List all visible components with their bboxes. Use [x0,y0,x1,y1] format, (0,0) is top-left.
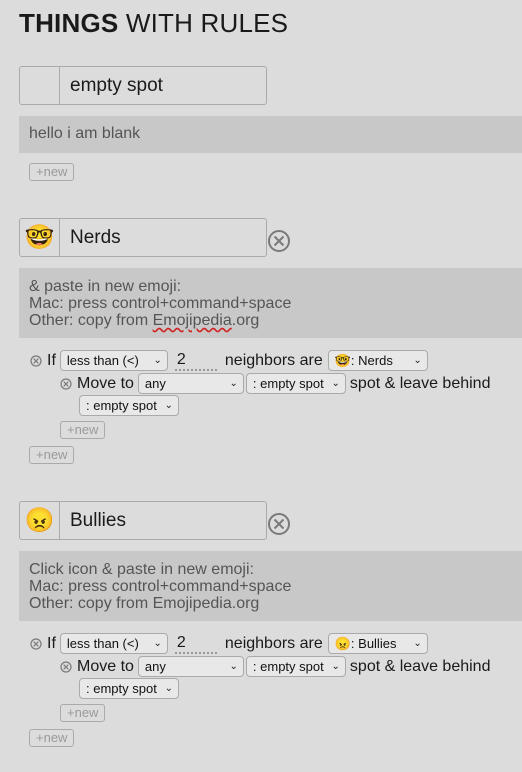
description-line: Other: copy from Emojipedia.org [29,595,260,612]
leave-behind-select[interactable]: : empty spot ⌄ [79,678,179,699]
circle-x-icon[interactable] [267,512,291,536]
neighbor-type-select[interactable]: 🤓: Nerds ⌄ [327,350,428,371]
new-rule-button[interactable]: +new [29,446,75,464]
description-line: hello i am blank [29,125,141,142]
select-value: : empty spot [86,398,157,413]
select-value: : empty spot [252,376,324,391]
description-line: & paste in new emoji: [29,278,182,295]
select-value: less than (<) [66,353,139,368]
description-line: Click icon & paste in new emoji: [29,561,254,578]
comparison-select[interactable]: less than (<) ⌄ [59,350,168,371]
circle-x-icon[interactable] [267,229,291,253]
select-value: : empty spot [86,681,157,696]
circle-x-icon[interactable] [30,637,42,650]
select-value: : empty spot [252,659,324,674]
chevron-down-icon: ⌄ [153,355,162,366]
new-rule-button[interactable]: +new [29,729,75,747]
chevron-down-icon: ⌄ [331,661,340,672]
thing-name-row: 🤓 [19,218,267,257]
chevron-down-icon: ⌄ [413,638,422,649]
rule-leave-row: : empty spot ⌄ [79,395,179,416]
thing-name-input[interactable] [59,218,267,257]
thing-name-row [19,66,267,105]
description-line: Mac: press control+command+space [29,578,292,595]
select-value: less than (<) [66,636,139,651]
neighbors-label: neighbors are [224,634,323,652]
select-value: 😠: Bullies [334,635,397,651]
leave-behind-select[interactable]: : empty spot ⌄ [79,395,179,416]
description-link-text: Emojipedia [152,312,232,329]
move-label: Move to [77,374,134,392]
chevron-down-icon: ⌄ [229,378,238,389]
if-label: If [47,634,56,652]
move-target-select[interactable]: : empty spot ⌄ [245,373,346,394]
new-action-button[interactable]: +new [60,704,106,722]
description-line: Other: copy from Emojipedia.org [29,312,512,329]
page-title-rest: WITH RULES [118,8,289,38]
neighbors-label: neighbors are [224,351,323,369]
chevron-down-icon: ⌄ [164,400,173,411]
chevron-down-icon: ⌄ [331,378,340,389]
move-label: Move to [77,657,134,675]
chevron-down-icon: ⌄ [413,355,422,366]
move-where-select[interactable]: any ⌄ [137,656,244,677]
rule-condition-row: If less than (<) ⌄ neighbors are 🤓: Nerds… [30,350,428,371]
neighbor-count-input[interactable] [174,350,217,371]
thing-description[interactable]: hello i am blank [19,116,522,153]
description-text: .org [231,312,260,329]
thing-icon-button[interactable]: 😠 [19,501,59,540]
new-action-button[interactable]: +new [60,421,106,439]
move-where-select[interactable]: any ⌄ [137,373,244,394]
thing-description[interactable]: Click icon & paste in new emoji: Mac: pr… [19,551,522,621]
leave-behind-label: spot & leave behind [349,374,491,392]
select-value: any [144,659,166,674]
comparison-select[interactable]: less than (<) ⌄ [59,633,168,654]
rule-leave-row: : empty spot ⌄ [79,678,179,699]
circle-x-icon[interactable] [60,377,72,390]
thing-name-input[interactable] [59,501,267,540]
rule-action-row: Move to any ⌄ : empty spot ⌄ spot & leave … [60,373,490,394]
chevron-down-icon: ⌄ [153,638,162,649]
new-rule-button[interactable]: +new [29,163,75,181]
chevron-down-icon: ⌄ [164,683,173,694]
thing-icon-button[interactable]: 🤓 [19,218,59,257]
neighbor-count-input[interactable] [174,633,217,654]
rule-condition-row: If less than (<) ⌄ neighbors are 😠: Bulli… [30,633,428,654]
description-text: Other: copy from [29,312,153,329]
leave-behind-label: spot & leave behind [349,657,491,675]
thing-name-row: 😠 [19,501,267,540]
thing-name-input[interactable] [59,66,267,105]
move-target-select[interactable]: : empty spot ⌄ [245,656,346,677]
select-value: 🤓: Nerds [334,352,393,368]
circle-x-icon[interactable] [60,660,72,673]
description-line: Mac: press control+command+space [29,295,292,312]
circle-x-icon[interactable] [30,354,42,367]
neighbor-type-select[interactable]: 😠: Bullies ⌄ [327,633,428,654]
page-title: THINGS WITH RULES [19,8,288,39]
chevron-down-icon: ⌄ [229,661,238,672]
thing-description[interactable]: & paste in new emoji: Mac: press control… [19,268,522,338]
page-title-bold: THINGS [19,8,119,38]
thing-icon-button[interactable] [19,66,59,105]
if-label: If [47,351,56,369]
select-value: any [144,376,166,391]
rule-action-row: Move to any ⌄ : empty spot ⌄ spot & leave … [60,656,490,677]
